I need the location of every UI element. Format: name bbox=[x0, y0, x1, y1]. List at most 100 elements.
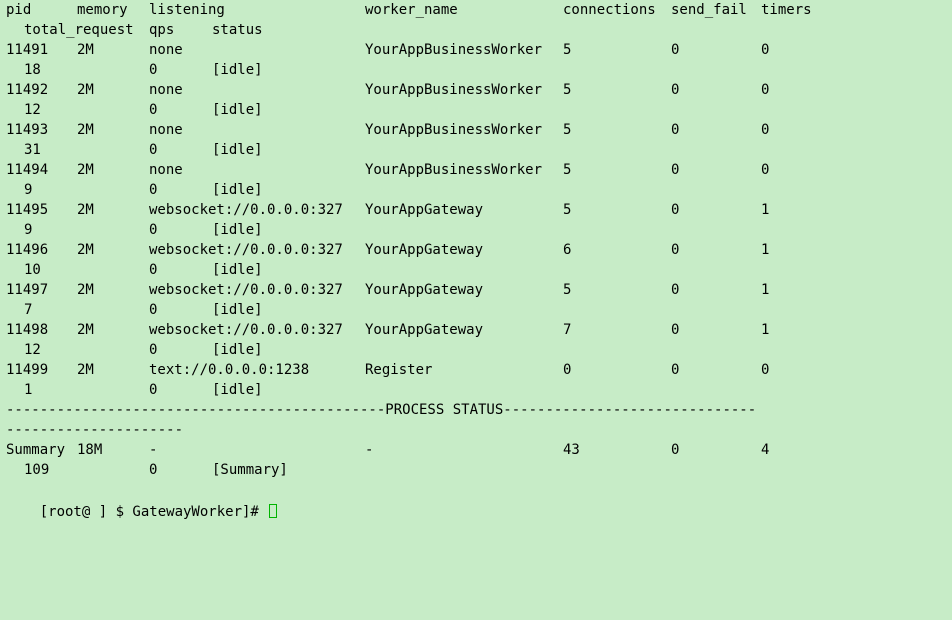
process-row-line-1: 11493 2M none YourAppBusinessWorker 5 0 … bbox=[6, 120, 952, 140]
process-status-separator: ----------------------------------------… bbox=[6, 400, 952, 420]
process-row-line-1: 11494 2M none YourAppBusinessWorker 5 0 … bbox=[6, 160, 952, 180]
process-row-line-2: 18 0 [idle] bbox=[6, 60, 952, 80]
separator-line-1: ----------------------------------------… bbox=[6, 402, 757, 418]
send-fail-value: 0 bbox=[671, 322, 680, 338]
process-row-line-1: 11497 2M websocket://0.0.0.0:327 YourApp… bbox=[6, 280, 952, 300]
timers-value: 1 bbox=[761, 322, 770, 338]
status-value: [idle] bbox=[212, 302, 263, 318]
memory-value: 2M bbox=[77, 42, 94, 58]
memory-value: 2M bbox=[77, 162, 94, 178]
total-request-value: 31 bbox=[24, 142, 41, 158]
memory-value: 2M bbox=[77, 362, 94, 378]
summary-worker-name: - bbox=[365, 442, 374, 458]
process-row-line-2: 31 0 [idle] bbox=[6, 140, 952, 160]
connections-value: 5 bbox=[563, 82, 572, 98]
terminal-window[interactable]: pid memory listening worker_name connect… bbox=[0, 0, 952, 520]
status-value: [idle] bbox=[212, 102, 263, 118]
process-row-line-1: 11492 2M none YourAppBusinessWorker 5 0 … bbox=[6, 80, 952, 100]
status-value: [idle] bbox=[212, 382, 263, 398]
header-row-1: pid memory listening worker_name connect… bbox=[6, 0, 952, 20]
process-status-separator-wrap: --------------------- bbox=[6, 420, 952, 440]
status-value: [idle] bbox=[212, 262, 263, 278]
summary-total-request: 109 bbox=[24, 462, 50, 478]
total-request-value: 9 bbox=[24, 222, 33, 238]
text-cursor bbox=[269, 504, 278, 518]
worker-name-value: YourAppBusinessWorker bbox=[365, 82, 543, 98]
header-timers: timers bbox=[761, 2, 812, 18]
header-total-request: total_request bbox=[24, 22, 134, 38]
listening-value: text://0.0.0.0:1238 bbox=[149, 362, 310, 378]
process-row-line-1: 11496 2M websocket://0.0.0.0:327 YourApp… bbox=[6, 240, 952, 260]
worker-name-value: Register bbox=[365, 362, 433, 378]
total-request-value: 9 bbox=[24, 182, 33, 198]
process-row-line-2: 12 0 [idle] bbox=[6, 100, 952, 120]
timers-value: 0 bbox=[761, 82, 770, 98]
total-request-value: 1 bbox=[24, 382, 33, 398]
summary-qps: 0 bbox=[149, 462, 158, 478]
listening-value: none bbox=[149, 122, 183, 138]
send-fail-value: 0 bbox=[671, 162, 680, 178]
qps-value: 0 bbox=[149, 302, 158, 318]
send-fail-value: 0 bbox=[671, 242, 680, 258]
timers-value: 1 bbox=[761, 202, 770, 218]
process-row-line-2: 9 0 [idle] bbox=[6, 180, 952, 200]
qps-value: 0 bbox=[149, 262, 158, 278]
process-row-line-2: 7 0 [idle] bbox=[6, 300, 952, 320]
summary-connections: 43 bbox=[563, 442, 580, 458]
summary-row-line-1: Summary 18M - - 43 0 4 bbox=[6, 440, 952, 460]
timers-value: 0 bbox=[761, 162, 770, 178]
memory-value: 2M bbox=[77, 282, 94, 298]
process-row-line-1: 11499 2M text://0.0.0.0:1238 Register 0 … bbox=[6, 360, 952, 380]
summary-status: [Summary] bbox=[212, 462, 288, 478]
separator-line-2: --------------------- bbox=[6, 422, 184, 438]
status-value: [idle] bbox=[212, 142, 263, 158]
qps-value: 0 bbox=[149, 102, 158, 118]
listening-value: websocket://0.0.0.0:327 bbox=[149, 202, 343, 218]
process-row-line-2: 10 0 [idle] bbox=[6, 260, 952, 280]
listening-value: websocket://0.0.0.0:327 bbox=[149, 322, 343, 338]
process-row-line-1: 11498 2M websocket://0.0.0.0:327 YourApp… bbox=[6, 320, 952, 340]
summary-listening: - bbox=[149, 442, 158, 458]
memory-value: 2M bbox=[77, 322, 94, 338]
memory-value: 2M bbox=[77, 242, 94, 258]
send-fail-value: 0 bbox=[671, 82, 680, 98]
total-request-value: 18 bbox=[24, 62, 41, 78]
pid-value: 11496 bbox=[6, 242, 49, 258]
pid-value: 11498 bbox=[6, 322, 49, 338]
worker-name-value: YourAppBusinessWorker bbox=[365, 42, 543, 58]
pid-value: 11499 bbox=[6, 362, 49, 378]
status-value: [idle] bbox=[212, 62, 263, 78]
memory-value: 2M bbox=[77, 122, 94, 138]
qps-value: 0 bbox=[149, 62, 158, 78]
memory-value: 2M bbox=[77, 82, 94, 98]
summary-send-fail: 0 bbox=[671, 442, 680, 458]
shell-prompt[interactable]: [root@ ] $ GatewayWorker]# bbox=[6, 482, 278, 520]
header-row-2: total_request qps status bbox=[6, 20, 952, 40]
connections-value: 0 bbox=[563, 362, 572, 378]
summary-label: Summary bbox=[6, 442, 66, 458]
worker-name-value: YourAppBusinessWorker bbox=[365, 122, 543, 138]
connections-value: 5 bbox=[563, 282, 572, 298]
process-row-line-1: 11495 2M websocket://0.0.0.0:327 YourApp… bbox=[6, 200, 952, 220]
pid-value: 11495 bbox=[6, 202, 49, 218]
header-memory: memory bbox=[77, 2, 128, 18]
status-value: [idle] bbox=[212, 222, 263, 238]
header-worker-name: worker_name bbox=[365, 2, 458, 18]
qps-value: 0 bbox=[149, 382, 158, 398]
total-request-value: 12 bbox=[24, 342, 41, 358]
timers-value: 1 bbox=[761, 242, 770, 258]
send-fail-value: 0 bbox=[671, 122, 680, 138]
header-listening: listening bbox=[149, 2, 225, 18]
timers-value: 0 bbox=[761, 362, 770, 378]
send-fail-value: 0 bbox=[671, 282, 680, 298]
listening-value: websocket://0.0.0.0:327 bbox=[149, 242, 343, 258]
total-request-value: 10 bbox=[24, 262, 41, 278]
memory-value: 2M bbox=[77, 202, 94, 218]
worker-name-value: YourAppBusinessWorker bbox=[365, 162, 543, 178]
status-value: [idle] bbox=[212, 342, 263, 358]
summary-row-line-2: 109 0 [Summary] bbox=[6, 460, 952, 480]
listening-value: websocket://0.0.0.0:327 bbox=[149, 282, 343, 298]
worker-name-value: YourAppGateway bbox=[365, 242, 484, 258]
connections-value: 5 bbox=[563, 122, 572, 138]
pid-value: 11493 bbox=[6, 122, 49, 138]
